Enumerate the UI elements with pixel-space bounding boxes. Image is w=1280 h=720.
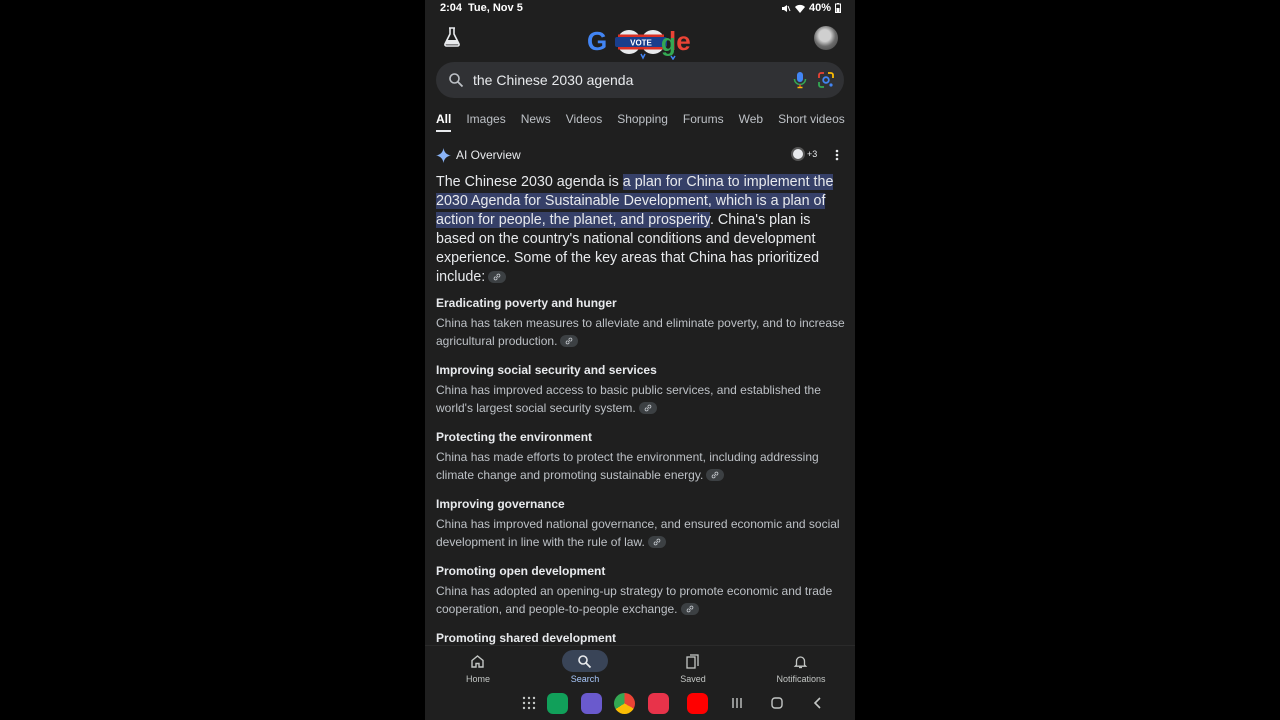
tab-all[interactable]: All — [436, 112, 452, 132]
tab-shopping[interactable]: Shopping — [617, 112, 668, 132]
item-text: China has improved national governance, … — [436, 517, 840, 549]
bottom-navigation: Home Search Saved Notifications — [425, 645, 855, 689]
camera-app-icon[interactable] — [648, 693, 669, 714]
search-icon — [562, 650, 608, 672]
status-date: Tue, Nov 5 — [468, 2, 523, 14]
item-heading: Improving social security and services — [436, 363, 657, 377]
item-heading: Eradicating poverty and hunger — [436, 296, 617, 310]
gemini-sparkle-icon — [436, 147, 451, 163]
phone-app-icon[interactable] — [547, 693, 568, 714]
home-icon — [455, 650, 501, 672]
source-link-chip[interactable] — [638, 402, 657, 415]
microphone-icon[interactable] — [791, 71, 809, 89]
account-avatar[interactable] — [814, 26, 838, 50]
source-link-chip[interactable] — [680, 603, 699, 616]
link-icon — [493, 273, 501, 281]
status-time: 2:04 — [440, 2, 463, 14]
list-item: Improving governance China has improved … — [436, 496, 846, 551]
item-text: China has improved access to basic publi… — [436, 383, 821, 415]
ai-overview-header: AI Overview +3 — [436, 146, 839, 164]
system-navigation-bar — [425, 689, 855, 720]
battery-icon — [835, 3, 841, 13]
nav-home[interactable]: Home — [438, 650, 518, 684]
item-text: China has taken measures to alleviate an… — [436, 316, 845, 348]
item-heading: Promoting shared development — [436, 631, 617, 645]
link-icon — [686, 605, 693, 613]
ai-overview-summary: The Chinese 2030 agenda is a plan for Ch… — [436, 173, 848, 287]
source-favicon-icon — [791, 147, 805, 161]
list-item: Eradicating poverty and hunger China has… — [436, 295, 846, 350]
list-item: Promoting open development China has ado… — [436, 563, 846, 618]
bell-icon — [778, 650, 824, 672]
app-drawer-icon[interactable] — [522, 696, 536, 710]
nav-notifications[interactable]: Notifications — [761, 650, 841, 684]
recent-apps-icon[interactable] — [730, 696, 744, 710]
item-heading: Protecting the environment — [436, 430, 593, 444]
list-item: Promoting shared development — [436, 630, 846, 646]
tab-forums[interactable]: Forums — [683, 112, 724, 132]
phone-screen: 2:04 Tue, Nov 5 40% G VOTE le g the Chin… — [425, 0, 855, 720]
status-icons: 40% — [781, 2, 841, 14]
search-input[interactable] — [473, 70, 763, 90]
youtube-icon[interactable] — [687, 693, 708, 714]
search-icon — [449, 73, 464, 88]
list-item: Improving social security and services C… — [436, 362, 846, 417]
ai-overview-title: AI Overview — [456, 148, 521, 162]
sources-button[interactable]: +3 — [791, 147, 817, 161]
status-bar: 2:04 Tue, Nov 5 40% — [425, 0, 855, 18]
tab-videos[interactable]: Videos — [566, 112, 602, 132]
item-heading: Promoting open development — [436, 564, 606, 578]
source-link-chip[interactable] — [647, 536, 666, 549]
saved-icon — [670, 650, 716, 672]
tab-news[interactable]: News — [521, 112, 551, 132]
link-icon — [653, 538, 661, 546]
nav-saved-label: Saved — [680, 674, 706, 684]
item-text: China has made efforts to protect the en… — [436, 450, 819, 482]
nav-search-label: Search — [570, 674, 600, 684]
ai-overview-list: Eradicating poverty and hunger China has… — [436, 295, 846, 658]
google-lens-icon[interactable] — [817, 71, 835, 89]
labs-flask-icon[interactable] — [443, 27, 461, 47]
more-options-icon[interactable] — [834, 148, 840, 162]
svg-text:G: G — [587, 26, 607, 56]
tab-images[interactable]: Images — [466, 112, 505, 132]
link-icon — [566, 337, 573, 345]
nav-home-label: Home — [465, 674, 490, 684]
source-link-chip[interactable] — [488, 271, 507, 284]
link-icon — [644, 404, 652, 412]
summary-lead: The Chinese 2030 agenda is — [436, 174, 623, 190]
tab-web[interactable]: Web — [739, 112, 763, 132]
item-text: China has adopted an opening-up strategy… — [436, 584, 833, 616]
home-button-icon[interactable] — [770, 696, 784, 710]
back-button-icon[interactable] — [811, 696, 825, 710]
mute-icon — [781, 4, 791, 12]
nav-saved[interactable]: Saved — [653, 650, 733, 684]
source-link-chip[interactable] — [706, 469, 725, 482]
battery-percent: 40% — [808, 2, 831, 14]
svg-text:g: g — [661, 30, 676, 57]
search-box[interactable] — [436, 62, 844, 98]
link-icon — [711, 471, 719, 479]
wifi-icon — [794, 4, 805, 13]
nav-search[interactable]: Search — [545, 650, 625, 684]
nav-notifications-label: Notifications — [776, 674, 826, 684]
google-doodle-logo[interactable]: G VOTE le g — [585, 22, 695, 60]
sources-count: +3 — [807, 149, 818, 159]
doodle-badge-text: VOTE — [630, 39, 652, 48]
video-app-icon[interactable] — [581, 693, 602, 714]
tab-short-videos[interactable]: Short videos — [778, 112, 845, 132]
list-item: Protecting the environment China has mad… — [436, 429, 846, 484]
chrome-icon[interactable] — [614, 693, 635, 714]
source-link-chip[interactable] — [560, 335, 579, 348]
search-tabs: All Images News Videos Shopping Forums W… — [436, 112, 855, 132]
item-heading: Improving governance — [436, 497, 565, 511]
